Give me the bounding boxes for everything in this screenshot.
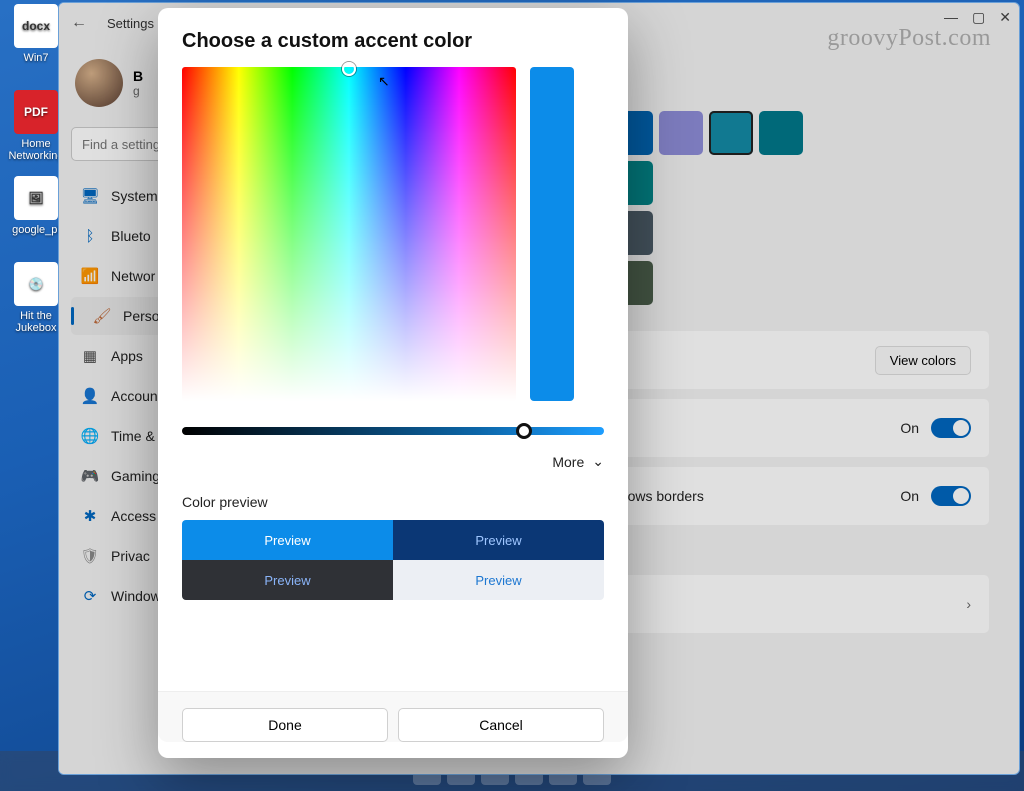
preview-cell: Preview xyxy=(182,520,393,560)
color-picker-dialog: Choose a custom accent color ↖ More ⌄ Co… xyxy=(158,8,628,758)
cursor-icon: ↖ xyxy=(378,73,390,90)
spectrum-thumb[interactable] xyxy=(342,62,356,76)
watermark: groovyPost.com xyxy=(827,25,991,52)
cancel-button[interactable]: Cancel xyxy=(398,708,604,742)
more-label: More xyxy=(552,454,584,470)
value-slider[interactable] xyxy=(182,427,604,435)
more-button[interactable]: More ⌄ xyxy=(182,453,604,470)
preview-cell: Preview xyxy=(182,560,393,600)
preview-grid: Preview Preview Preview Preview xyxy=(182,520,604,600)
preview-cell: Preview xyxy=(393,560,604,600)
done-button[interactable]: Done xyxy=(182,708,388,742)
slider-knob[interactable] xyxy=(516,423,532,439)
color-spectrum[interactable]: ↖ xyxy=(182,67,516,401)
selected-color-strip xyxy=(530,67,574,401)
preview-cell: Preview xyxy=(393,520,604,560)
dialog-title: Choose a custom accent color xyxy=(182,30,604,53)
chevron-down-icon: ⌄ xyxy=(592,453,604,470)
preview-section-label: Color preview xyxy=(182,494,604,510)
